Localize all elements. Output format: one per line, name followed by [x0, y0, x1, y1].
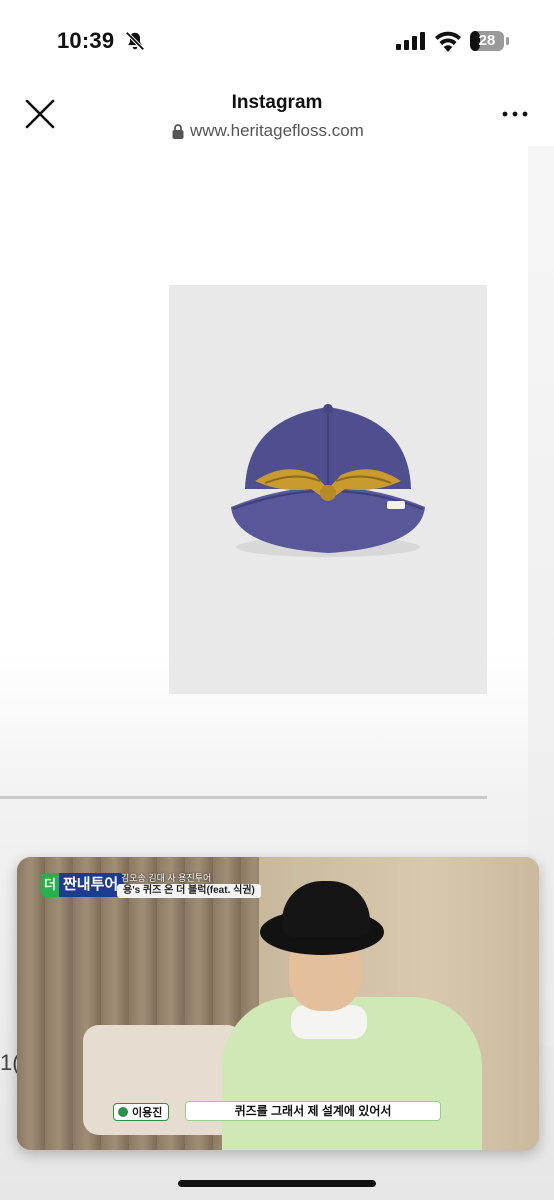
page-title: Instagram [231, 92, 323, 113]
video-caption: 용's 퀴즈 온 더 블럭(feat. 식권) [117, 884, 261, 898]
show-logo-tag: 더 [41, 873, 59, 897]
battery-level: 28 [478, 32, 496, 49]
speaker-name: 이용진 [132, 1107, 163, 1119]
battery-icon: 28 [470, 31, 510, 51]
show-logo-text: 짠내투어 [63, 876, 119, 893]
more-icon[interactable] [500, 104, 530, 124]
content-divider [0, 796, 487, 799]
url-text: www.heritagefloss.com [190, 121, 364, 140]
product-image[interactable] [169, 285, 487, 694]
status-time: 10:39 [57, 28, 115, 53]
pip-video-player[interactable]: 짠내투어 더 김오송 김대 사 용진투어 용's 퀴즈 온 더 블럭(feat.… [17, 857, 539, 1150]
video-small-caption: 김오송 김대 사 용진투어 [121, 873, 212, 883]
lock-icon [172, 124, 184, 139]
url-bar[interactable]: www.heritagefloss.com [172, 120, 364, 142]
video-subtitle: 퀴즈를 그래서 제 설계에 있어서 [185, 1101, 441, 1121]
speaker-name-tag: 이용진 [113, 1103, 170, 1121]
cap-illustration [231, 404, 425, 557]
name-tag-icon [118, 1107, 128, 1117]
cellular-signal-icon [396, 32, 425, 50]
home-indicator[interactable] [178, 1180, 376, 1187]
bell-slash-icon [125, 31, 145, 51]
wifi-icon [435, 31, 461, 52]
browser-header: Instagram www.heritagefloss.com [0, 80, 554, 146]
status-bar: 10:39 28 [0, 0, 554, 80]
